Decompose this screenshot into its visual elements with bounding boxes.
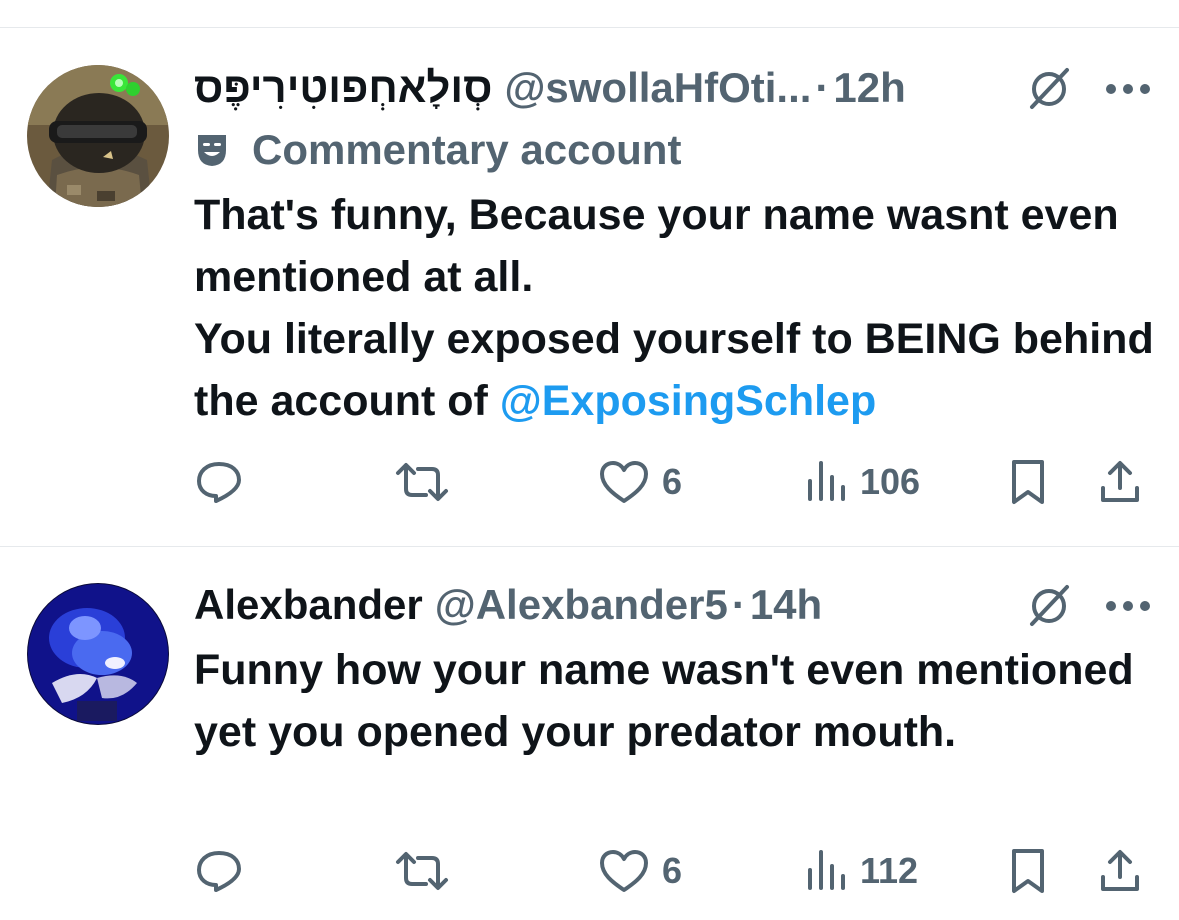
view-count: 112 [860, 850, 919, 891]
like-button[interactable]: 6 [598, 841, 682, 901]
tweet-text: That's funny, Because your name wasnt ev… [194, 184, 1154, 432]
views-button[interactable]: 106 [804, 452, 920, 512]
like-button[interactable]: 6 [598, 452, 682, 512]
views-icon [808, 461, 845, 501]
label-text: Commentary account [252, 126, 682, 173]
author-name[interactable]: סְולָאחְפוטִירִיפֶּס [194, 58, 492, 118]
author-handle[interactable]: @Alexbander5 [435, 575, 728, 635]
action-bar: 6 112 [0, 841, 1179, 901]
author-name[interactable]: Alexbander [194, 575, 423, 635]
avatar[interactable] [27, 65, 169, 207]
bookmark-icon [1012, 460, 1044, 504]
commentary-label: Commentary account [194, 125, 681, 175]
more-icon[interactable] [1104, 82, 1152, 96]
view-count: 106 [860, 461, 921, 502]
tweet-1[interactable]: סְולָאחְפוטִירִיפֶּס @swollaHfOti... · 1… [0, 0, 1179, 546]
comedy-mask-icon [198, 135, 226, 166]
tweet-2[interactable]: Alexbander @Alexbander5 · 14h Funny how … [0, 547, 1179, 920]
tweet-header: סְולָאחְפוטִירִיפֶּס @swollaHfOti... · 1… [194, 58, 906, 118]
tweet-text: Funny how your name wasn't even mentione… [194, 639, 1154, 763]
like-icon [600, 461, 648, 503]
action-bar: 6 106 [0, 452, 1179, 512]
tweet-text-line: Funny how your name wasn't even mentione… [194, 646, 1134, 756]
tweet-header: Alexbander @Alexbander5 · 14h [194, 575, 822, 635]
share-button[interactable] [1098, 452, 1142, 512]
bookmark-icon [1012, 849, 1044, 893]
bookmark-button[interactable] [1006, 841, 1050, 901]
mention-link[interactable]: @ExposingSchlep [500, 377, 876, 425]
grok-icon[interactable] [1026, 65, 1072, 111]
grok-icon[interactable] [1026, 582, 1072, 628]
like-count: 6 [662, 461, 683, 502]
like-count: 6 [662, 850, 683, 891]
tweet-text-line: You literally exposed yourself to BEING … [194, 308, 1154, 432]
separator-dot: · [815, 64, 830, 111]
bookmark-button[interactable] [1006, 452, 1050, 512]
reply-button[interactable] [194, 452, 244, 512]
views-icon [808, 850, 845, 890]
tweet-text-line: That's funny, Because your name wasnt ev… [194, 191, 1119, 301]
separator-dot: · [731, 581, 746, 628]
share-button[interactable] [1098, 841, 1142, 901]
views-button[interactable]: 112 [804, 841, 918, 901]
retweet-icon [396, 852, 448, 890]
retweet-button[interactable] [394, 841, 450, 901]
like-icon [600, 850, 648, 892]
avatar[interactable] [27, 583, 169, 725]
more-icon[interactable] [1104, 599, 1152, 613]
retweet-button[interactable] [394, 452, 450, 512]
reply-icon [197, 851, 241, 892]
retweet-icon [396, 463, 448, 501]
share-icon [1101, 850, 1139, 891]
author-handle[interactable]: @swollaHfOti... [504, 58, 811, 118]
share-icon [1101, 461, 1139, 502]
reply-button[interactable] [194, 841, 244, 901]
timestamp[interactable]: 12h [833, 58, 905, 118]
reply-icon [197, 462, 241, 503]
timestamp[interactable]: 14h [750, 575, 822, 635]
